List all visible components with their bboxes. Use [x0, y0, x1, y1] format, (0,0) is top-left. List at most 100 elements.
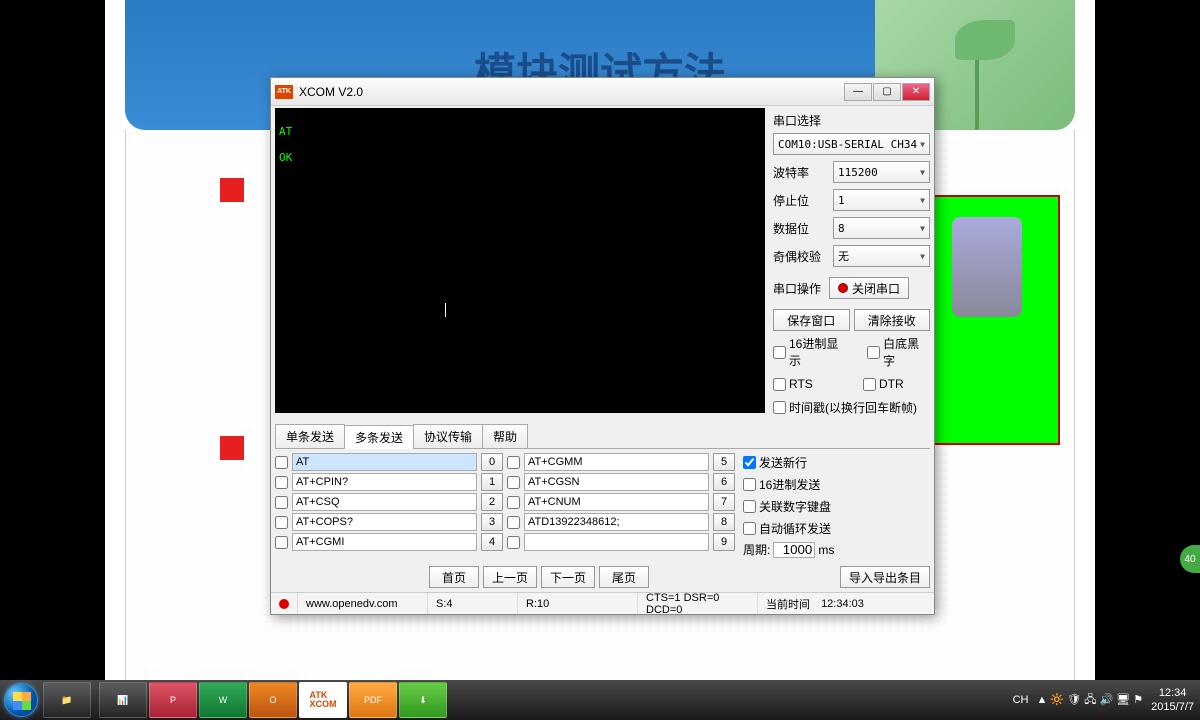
white-bg-check[interactable]: [867, 346, 880, 359]
clear-receive-button[interactable]: 清除接收: [854, 309, 931, 331]
baud-label: 波特率: [773, 164, 825, 181]
text-cursor: [445, 303, 446, 317]
row6-check[interactable]: [507, 476, 520, 489]
op-label: 串口操作: [773, 280, 821, 297]
window-title: XCOM V2.0: [299, 85, 844, 99]
windows-logo-icon: [4, 683, 38, 717]
task-xcom[interactable]: ATK XCOM: [299, 682, 347, 718]
send-tabs: 单条发送 多条发送 协议传输 帮助: [275, 424, 930, 449]
tab-multi-send[interactable]: 多条发送: [344, 425, 414, 449]
send-btn-8[interactable]: 8: [713, 513, 735, 531]
cmd-input-1[interactable]: [292, 473, 477, 491]
prev-page-button[interactable]: 上一页: [483, 566, 537, 588]
row4-check[interactable]: [275, 536, 288, 549]
stop-select[interactable]: 1: [833, 189, 930, 211]
serial-settings-panel: 串口选择 COM10:USB-SERIAL CH34 波特率 115200 停止位…: [773, 108, 930, 422]
maximize-button[interactable]: ▢: [873, 83, 901, 101]
status-received: R:10: [518, 593, 638, 614]
auto-loop-check[interactable]: [743, 522, 756, 535]
minimize-button[interactable]: —: [844, 83, 872, 101]
data-select[interactable]: 8: [833, 217, 930, 239]
send-btn-6[interactable]: 6: [713, 473, 735, 491]
cmd-input-9[interactable]: [524, 533, 709, 551]
period-label: 周期:: [743, 541, 770, 558]
status-bar: www.openedv.com S:4 R:10 CTS=1 DSR=0 DCD…: [271, 592, 934, 614]
row2-check[interactable]: [275, 496, 288, 509]
dtr-check[interactable]: [863, 378, 876, 391]
tab-protocol[interactable]: 协议传输: [413, 424, 483, 448]
last-page-button[interactable]: 尾页: [599, 566, 649, 588]
terminal-output[interactable]: AT OK: [275, 108, 765, 413]
usb-cable-image: [930, 195, 1060, 445]
port-select[interactable]: COM10:USB-SERIAL CH34: [773, 133, 930, 155]
cmd-input-2[interactable]: [292, 493, 477, 511]
parity-select[interactable]: 无: [833, 245, 930, 267]
app-icon: ATK: [275, 85, 293, 99]
close-port-button[interactable]: 关闭串口: [829, 277, 909, 299]
tray-icons[interactable]: ▲ 🔆 🛡 🖧 🔊 🖥 ⚑: [1036, 691, 1143, 710]
row8-check[interactable]: [507, 516, 520, 529]
task-app-1[interactable]: 📊: [99, 682, 147, 718]
tab-single-send[interactable]: 单条发送: [275, 424, 345, 448]
cmd-input-7[interactable]: [524, 493, 709, 511]
save-window-button[interactable]: 保存窗口: [773, 309, 850, 331]
send-btn-1[interactable]: 1: [481, 473, 503, 491]
taskbar[interactable]: 📁 📊 P W O ATK XCOM PDF ⬇ CH ▲ 🔆 🛡 🖧 🔊 🖥 …: [0, 680, 1200, 720]
send-btn-4[interactable]: 4: [481, 533, 503, 551]
send-btn-0[interactable]: 0: [481, 453, 503, 471]
close-button[interactable]: ✕: [902, 83, 930, 101]
hex-display-check[interactable]: [773, 346, 786, 359]
send-btn-3[interactable]: 3: [481, 513, 503, 531]
row5-check[interactable]: [507, 456, 520, 469]
row9-check[interactable]: [507, 536, 520, 549]
task-wps[interactable]: W: [199, 682, 247, 718]
system-tray[interactable]: CH ▲ 🔆 🛡 🖧 🔊 🖥 ⚑ 12:34 2015/7/7: [1007, 686, 1200, 715]
rts-check[interactable]: [773, 378, 786, 391]
numpad-check[interactable]: [743, 500, 756, 513]
task-download[interactable]: ⬇: [399, 682, 447, 718]
send-btn-7[interactable]: 7: [713, 493, 735, 511]
cmd-input-3[interactable]: [292, 513, 477, 531]
hex-send-check[interactable]: [743, 478, 756, 491]
baud-select[interactable]: 115200: [833, 161, 930, 183]
xcom-window: ATK XCOM V2.0 — ▢ ✕ AT OK 串口选择 COM10:USB…: [270, 77, 935, 615]
next-page-button[interactable]: 下一页: [541, 566, 595, 588]
row3-check[interactable]: [275, 516, 288, 529]
red-bullet: [220, 436, 244, 460]
task-powerpoint[interactable]: P: [149, 682, 197, 718]
cmd-input-8[interactable]: [524, 513, 709, 531]
first-page-button[interactable]: 首页: [429, 566, 479, 588]
send-btn-2[interactable]: 2: [481, 493, 503, 511]
send-btn-5[interactable]: 5: [713, 453, 735, 471]
row7-check[interactable]: [507, 496, 520, 509]
task-explorer[interactable]: 📁: [43, 682, 91, 718]
status-url[interactable]: www.openedv.com: [298, 593, 428, 614]
task-pdf[interactable]: PDF: [349, 682, 397, 718]
timestamp-check[interactable]: [773, 401, 786, 414]
row1-check[interactable]: [275, 476, 288, 489]
side-badge[interactable]: 40: [1180, 545, 1200, 573]
send-newline-check[interactable]: [743, 456, 756, 469]
period-input[interactable]: [773, 542, 815, 558]
lang-indicator[interactable]: CH: [1013, 694, 1029, 706]
start-button[interactable]: [0, 680, 42, 720]
status-sent: S:4: [428, 593, 518, 614]
titlebar[interactable]: ATK XCOM V2.0 — ▢ ✕: [271, 78, 934, 106]
cmd-input-4[interactable]: [292, 533, 477, 551]
multi-send-panel: 0 1 2 3 4 5 6 7 8 9 发送新行 16进制发送 关联数字键盘 自…: [271, 449, 934, 562]
parity-label: 奇偶校验: [773, 248, 825, 265]
send-btn-9[interactable]: 9: [713, 533, 735, 551]
port-section-label: 串口选择: [773, 112, 930, 129]
row0-check[interactable]: [275, 456, 288, 469]
cmd-input-6[interactable]: [524, 473, 709, 491]
status-signals: CTS=1 DSR=0 DCD=0: [638, 593, 758, 614]
task-office[interactable]: O: [249, 682, 297, 718]
cmd-input-0[interactable]: [292, 453, 477, 471]
status-indicator-icon: [279, 599, 289, 609]
stop-label: 停止位: [773, 192, 825, 209]
import-export-button[interactable]: 导入导出条目: [840, 566, 930, 588]
clock[interactable]: 12:34 2015/7/7: [1151, 686, 1194, 715]
cmd-input-5[interactable]: [524, 453, 709, 471]
tab-help[interactable]: 帮助: [482, 424, 528, 448]
nav-row: 首页 上一页 下一页 尾页 导入导出条目: [271, 562, 934, 592]
